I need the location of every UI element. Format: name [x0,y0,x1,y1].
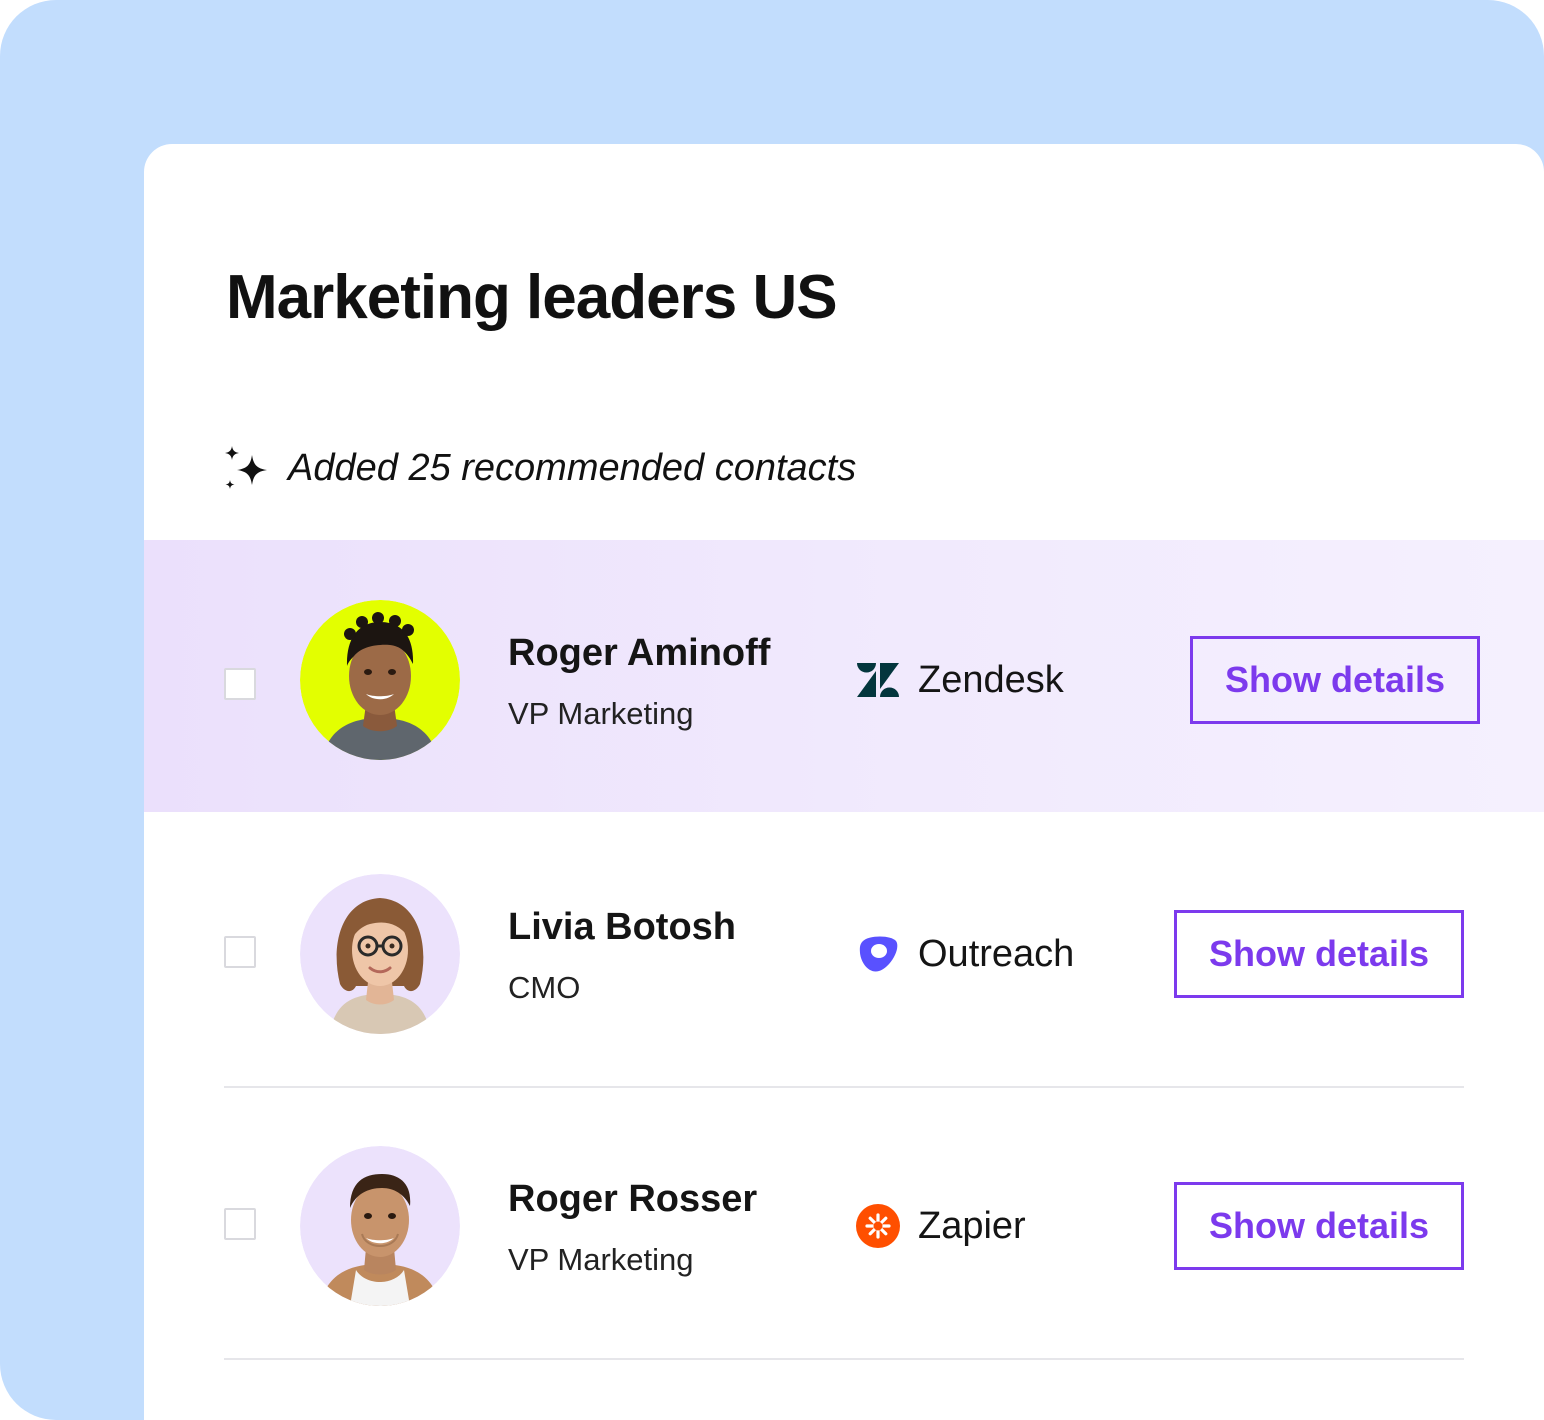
company: Zendesk [856,656,1064,704]
contact-role: CMO [508,970,581,1005]
recommendation-note: Added 25 recommended contacts [224,442,856,494]
sparkles-icon [224,444,270,492]
contact-name: Livia Botosh [508,906,737,948]
zendesk-logo-icon [856,658,900,702]
company-name: Zapier [918,1204,1026,1247]
contact-row[interactable]: Roger Aminoff VP Marketing Zendesk Show … [144,540,1544,812]
outreach-logo-icon [856,932,900,976]
contact-role: VP Marketing [508,1242,694,1277]
contact-row[interactable]: Livia Botosh CMO Outreach Show details [144,814,1544,1086]
row-checkbox[interactable] [224,936,256,968]
avatar [300,874,460,1034]
company: Outreach [856,930,1074,978]
company-name: Outreach [918,932,1075,975]
row-divider [224,1358,1464,1360]
company-name: Zendesk [918,658,1064,701]
contact-name: Roger Aminoff [508,632,771,674]
contact-list-card: Marketing leaders US Added 25 recommende… [144,144,1544,1420]
row-checkbox[interactable] [224,668,256,700]
company: Zapier [856,1202,1026,1250]
avatar [300,600,460,760]
row-checkbox[interactable] [224,1208,256,1240]
avatar [300,1146,460,1306]
contact-role: VP Marketing [508,696,694,731]
contact-name: Roger Rosser [508,1178,758,1220]
contact-row[interactable]: Roger Rosser VP Marketing Zapier Show de… [144,1088,1544,1360]
show-details-button[interactable]: Show details [1174,910,1464,998]
recommendation-text: Added 25 recommended contacts [288,446,857,489]
page-background: Marketing leaders US Added 25 recommende… [0,0,1544,1420]
list-title: Marketing leaders US [226,263,838,332]
show-details-button[interactable]: Show details [1174,1182,1464,1270]
zapier-logo-icon [856,1204,900,1248]
show-details-button[interactable]: Show details [1190,636,1480,724]
